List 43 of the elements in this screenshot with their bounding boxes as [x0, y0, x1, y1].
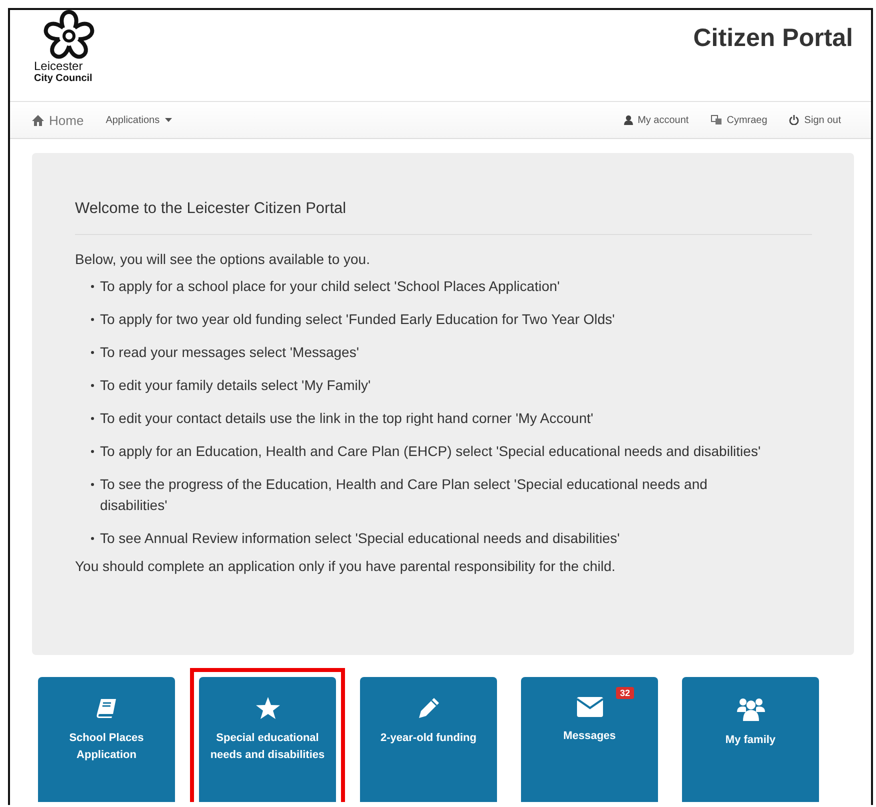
- nav-link[interactable]: Cymraeg: [710, 114, 768, 126]
- list-item-text: To see Annual Review information select 'Special educational needs and disabilities': [100, 529, 620, 548]
- portal-title: Citizen Portal: [693, 24, 853, 53]
- nav-link[interactable]: Applications: [106, 114, 172, 126]
- bullet-dot: [91, 483, 94, 486]
- book-icon: [96, 697, 118, 719]
- bullet-dot: [91, 537, 94, 540]
- logo-text: Leicester: [34, 60, 83, 73]
- list-item-text: To edit your family details select 'My Family': [100, 376, 371, 395]
- tile-button[interactable]: 32 Messages: [521, 677, 658, 802]
- list-item-text: To read your messages select 'Messages': [100, 343, 360, 362]
- list-item-text: To apply for an Education, Health and Care Plan (EHCP) select 'Special educational needs and disabilities': [100, 442, 761, 461]
- language-icon: [710, 115, 722, 125]
- people-icon: [736, 697, 764, 721]
- count-badge: 32: [616, 687, 634, 699]
- intro-text: Below, you will see the options available to you.: [75, 251, 371, 267]
- bullet-dot: [91, 384, 94, 387]
- list-item-text: To edit your contact details use the link in the top right hand corner 'My Account': [100, 409, 594, 428]
- note-text: You should complete an application only if you have parental responsibility for the child.: [75, 558, 616, 574]
- logo-subtext: City Council: [34, 73, 92, 84]
- list-item-text: To apply for two year old funding select 'Funded Early Education for Two Year Olds': [100, 310, 615, 329]
- tile-button[interactable]: 2-year-old funding: [360, 677, 497, 802]
- bullet-dot: [91, 417, 94, 420]
- list-item-text: To apply for a school place for your child select 'School Places Application': [100, 277, 560, 296]
- user-icon: [624, 115, 633, 125]
- bullet-dot: [91, 450, 94, 453]
- envelope-icon: [576, 697, 602, 717]
- caret-icon: [164, 118, 172, 122]
- nav-link[interactable]: My account: [624, 114, 689, 126]
- welcome-heading: Welcome to the Leicester Citizen Portal: [75, 200, 348, 218]
- bullet-dot: [91, 351, 94, 354]
- list-item-text: To see the progress of the Education, Health and Care Plan select 'Special educational needs and disabilities': [100, 475, 708, 515]
- bullet-dot: [91, 318, 94, 321]
- tile-button[interactable]: My family: [682, 677, 819, 802]
- pencil-icon: [418, 697, 440, 719]
- nav-link[interactable]: Sign out: [789, 114, 841, 126]
- bullet-dot: [91, 285, 94, 288]
- home-icon: [32, 114, 44, 126]
- nav-link[interactable]: Home: [32, 112, 84, 128]
- tile-button[interactable]: School Places Application: [38, 677, 175, 802]
- power-icon: [789, 115, 800, 125]
- tile-button[interactable]: Special educational needs and disabilities: [199, 677, 336, 802]
- star-icon: [256, 697, 280, 719]
